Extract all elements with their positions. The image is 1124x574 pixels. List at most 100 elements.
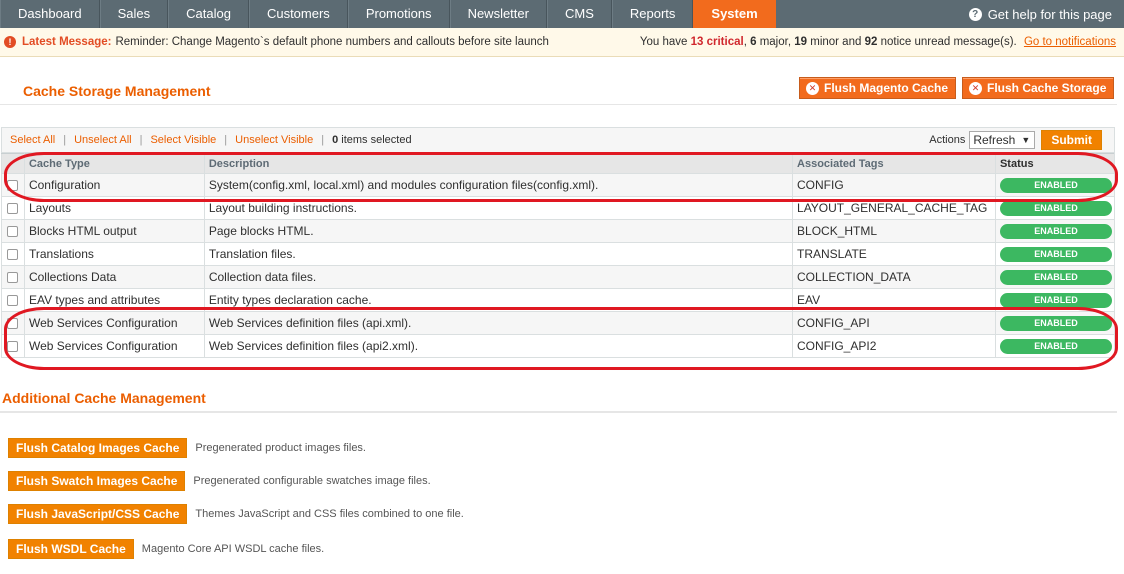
header-description[interactable]: Description [203,153,794,174]
tags-cell: LAYOUT_GENERAL_CACHE_TAG [792,196,996,220]
flush-magento-label: Flush Magento Cache [824,81,949,95]
table-row[interactable]: Collections Data Collection data files. … [1,265,1116,289]
help-label: Get help for this page [987,6,1112,22]
header-associated-tags[interactable]: Associated Tags [792,153,996,174]
table-row[interactable]: Web Services Configuration Web Services … [1,334,1116,358]
warning-icon: ! [4,36,16,48]
row-checkbox[interactable] [7,226,18,238]
additional-item: Flush Catalog Images Cache Pregenerated … [8,438,366,458]
description-cell: Collection data files. [203,265,794,289]
header-checkbox [1,153,25,174]
table-row[interactable]: Blocks HTML output Page blocks HTML. BLO… [1,219,1116,243]
additional-cache-title: Additional Cache Management [2,390,206,406]
table-row[interactable]: EAV types and attributes Entity types de… [1,288,1116,312]
top-navigation: Dashboard Sales Catalog Customers Promot… [0,0,1124,28]
nav-dashboard[interactable]: Dashboard [0,0,100,28]
help-link[interactable]: ? Get help for this page [968,0,1124,28]
submit-button[interactable]: Submit [1041,130,1102,150]
nav-catalog[interactable]: Catalog [168,0,249,28]
nav-system[interactable]: System [693,0,776,28]
description-cell: System(config.xml, local.xml) and module… [203,173,794,197]
description-cell: Layout building instructions. [203,196,794,220]
critical-count: 13 critical [690,36,744,48]
row-checkbox[interactable] [7,203,18,215]
header-cache-type[interactable]: Cache Type [23,153,205,174]
flush-swatch-images-button[interactable]: Flush Swatch Images Cache [8,471,186,491]
table-row[interactable]: Configuration System(config.xml, local.x… [1,173,1116,197]
status-badge: ENABLED [999,201,1112,216]
grid-toolbar: Select All | Unselect All | Select Visib… [1,127,1115,153]
notice-count: 92 [864,36,878,48]
nav-reports[interactable]: Reports [611,0,694,28]
flush-wsdl-button[interactable]: Flush WSDL Cache [8,539,134,559]
additional-divider [0,411,1117,413]
cache-type-cell: EAV types and attributes [23,288,205,312]
table-row[interactable]: Translations Translation files. TRANSLAT… [1,242,1116,266]
summary-prefix: You have [639,36,688,48]
select-all-link[interactable]: Select All [10,134,55,146]
cache-type-cell: Layouts [23,196,205,220]
cache-type-cell: Web Services Configuration [23,334,205,358]
row-checkbox[interactable] [7,318,18,330]
cache-type-cell: Translations [23,242,205,266]
tags-cell: COLLECTION_DATA [792,265,996,289]
title-divider [0,104,1117,105]
minor-count: 19 [794,36,808,48]
header-status[interactable]: Status [994,153,1116,174]
nav-cms[interactable]: CMS [546,0,612,28]
table-header-row: Cache Type Description Associated Tags S… [1,153,1116,174]
table-row[interactable]: Web Services Configuration Web Services … [1,311,1116,335]
selected-count: 0 items selected [332,134,412,146]
flush-catalog-images-desc: Pregenerated product images files. [195,442,366,454]
row-checkbox[interactable] [7,295,18,307]
notice-label: notice unread message(s). [880,36,1017,48]
major-label: major, [759,36,792,48]
table-row[interactable]: Layouts Layout building instructions. LA… [1,196,1116,220]
unselect-visible-link[interactable]: Unselect Visible [235,134,313,146]
actions-select-value: Refresh [973,133,1016,147]
description-cell: Web Services definition files (api.xml). [203,311,794,335]
status-badge: ENABLED [999,316,1112,331]
description-cell: Entity types declaration cache. [203,288,794,312]
flush-swatch-images-desc: Pregenerated configurable swatches image… [193,475,431,487]
nav-newsletter[interactable]: Newsletter [449,0,547,28]
nav-promotions[interactable]: Promotions [347,0,450,28]
row-checkbox[interactable] [7,180,18,192]
latest-message-label: Latest Message: [22,36,112,48]
row-checkbox[interactable] [7,272,18,284]
notification-summary: You have 13 critical, 6 major, 19 minor … [639,36,1116,48]
cache-type-cell: Collections Data [23,265,205,289]
help-icon: ? [968,7,982,21]
flush-wsdl-desc: Magento Core API WSDL cache files. [141,543,325,555]
flush-magento-cache-button[interactable]: ✕ Flush Magento Cache [799,77,957,99]
row-checkbox[interactable] [7,249,18,261]
tags-cell: BLOCK_HTML [792,219,996,243]
status-badge: ENABLED [999,270,1112,285]
description-cell: Page blocks HTML. [203,219,794,243]
cache-type-cell: Configuration [23,173,205,197]
status-badge: ENABLED [999,247,1112,262]
cache-type-cell: Web Services Configuration [23,311,205,335]
unselect-all-link[interactable]: Unselect All [74,134,131,146]
actions-label: Actions [929,134,966,146]
nav-sales[interactable]: Sales [99,0,169,28]
status-badge: ENABLED [999,178,1112,193]
additional-item: Flush WSDL Cache Magento Core API WSDL c… [8,539,324,559]
flush-cache-storage-button[interactable]: ✕ Flush Cache Storage [962,77,1115,99]
flush-js-css-desc: Themes JavaScript and CSS files combined… [195,508,464,520]
tags-cell: CONFIG_API2 [792,334,996,358]
cache-type-cell: Blocks HTML output [23,219,205,243]
actions-select[interactable]: Refresh ▼ [969,131,1036,149]
row-checkbox[interactable] [7,341,18,353]
go-to-notifications-link[interactable]: Go to notifications [1024,36,1116,48]
nav-customers[interactable]: Customers [248,0,348,28]
minor-label: minor and [810,36,862,48]
chevron-down-icon: ▼ [1021,135,1031,145]
cache-table: Cache Type Description Associated Tags S… [1,153,1116,358]
select-visible-link[interactable]: Select Visible [150,134,216,146]
status-badge: ENABLED [999,293,1112,308]
flush-catalog-images-button[interactable]: Flush Catalog Images Cache [8,438,188,458]
page-title: Cache Storage Management [23,83,211,99]
flush-js-css-button[interactable]: Flush JavaScript/CSS Cache [8,504,188,524]
tags-cell: CONFIG [792,173,996,197]
